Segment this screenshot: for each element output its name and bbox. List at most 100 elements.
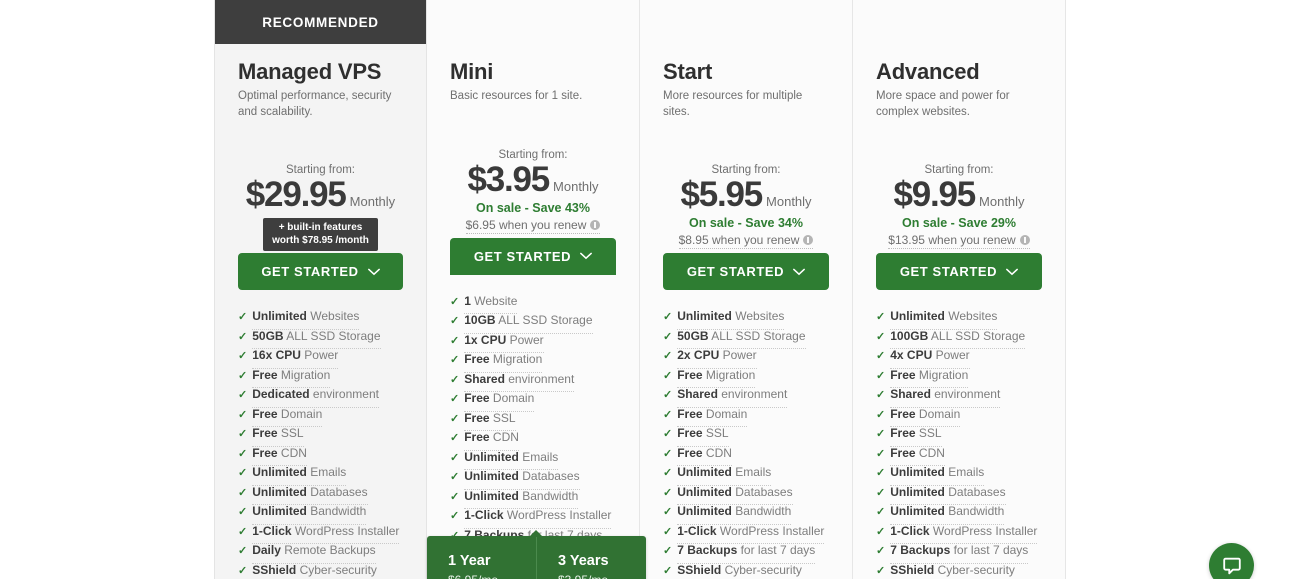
feature-highlight: 16x CPU [252,348,301,362]
feature-text: Databases [522,469,580,483]
check-icon: ✓ [876,525,886,538]
feature-text: Bandwidth [310,504,367,518]
feature-text: Power [935,348,970,362]
feature-highlight: 50GB [677,328,709,343]
renewal-price-text: $8.95 when you renew [678,233,800,247]
renewal-price[interactable]: $13.95 when you renew [888,233,1030,249]
feature-item: ✓ Free Migration [238,366,403,388]
badge-line-1: + built-in features [278,222,363,233]
check-icon: ✓ [876,564,886,577]
feature-highlight: SShield [677,562,722,577]
feature-text: Databases [948,484,1006,499]
feature-highlight: Unlimited [677,465,732,479]
get-started-label: GET STARTED [686,264,785,279]
feature-highlight: Free [252,426,278,440]
feature-highlight: Shared [890,387,931,401]
check-icon: ✓ [663,369,673,382]
feature-text: WordPress Installer [506,508,612,522]
feature-text: Power [509,332,544,347]
check-icon: ✓ [663,389,673,401]
plan-name: Managed VPS [238,59,382,84]
feature-text: Websites [310,309,360,323]
feature-highlight: 1 [464,293,471,308]
feature-highlight: Unlimited [677,309,732,323]
check-icon: ✓ [876,311,886,323]
price-block: Starting from: $9.95 Monthly On sale - Save… [853,120,1065,249]
pricing-column-advanced: Advanced More space and power for complex… [853,0,1066,579]
get-started-label: GET STARTED [473,248,572,264]
live-chat-button[interactable] [1209,543,1254,579]
feature-list: ✓ Unlimited Websites ✓ 50GB ALL SSD Storage… [640,307,852,579]
feature-text: Websites [948,309,998,323]
price-period: Monthly [349,194,396,209]
check-icon: ✓ [450,373,460,386]
check-icon: ✓ [450,334,460,347]
feature-text: Domain [705,406,748,421]
feature-highlight: Free [677,406,703,421]
plan-description: Optimal performance, security and scalab… [238,90,392,118]
plan-description: Basic resources for 1 site. [450,90,583,102]
info-icon[interactable] [1019,235,1030,245]
get-started-button[interactable]: GET STARTED [663,253,829,290]
feature-item: ✓ Shared environment [450,370,616,392]
feature-item: ✓ Unlimited Bandwidth [450,487,616,509]
check-icon: ✓ [663,545,673,557]
info-icon[interactable] [590,219,601,230]
check-icon: ✓ [663,525,673,538]
price-amount: $9.95 [893,175,976,214]
check-icon: ✓ [663,447,673,460]
feature-highlight: Unlimited [677,504,732,518]
term-option[interactable]: 3 Years $3.95/mo [536,535,646,579]
check-icon: ✓ [450,432,460,444]
check-icon: ✓ [450,354,460,366]
get-started-button[interactable]: GET STARTED [450,237,616,275]
pricing-column-start: Start More resources for multiple sites. S… [640,0,853,579]
feature-item: ✓ Unlimited Databases [876,483,1042,505]
check-icon: ✓ [663,350,673,362]
feature-text: SSL [492,410,516,425]
feature-text: environment [312,387,379,401]
feature-highlight: 1-Click [677,523,717,538]
price-block: Starting from: $29.95 Monthly + built-in fe… [215,120,426,251]
check-icon: ✓ [450,412,460,425]
feature-highlight: Free [677,426,703,440]
feature-highlight: 100GB [890,328,929,343]
feature-text: Emails [310,465,347,479]
feature-highlight: Free [464,391,490,405]
feature-highlight: 50GB [252,328,284,343]
get-started-button[interactable]: GET STARTED [876,253,1042,290]
feature-item: ✓ 7 Backups for last 7 days [663,541,829,564]
feature-highlight: Shared [677,387,718,401]
feature-text: CDN [705,445,732,460]
check-icon: ✓ [238,564,248,577]
check-icon: ✓ [876,428,886,440]
feature-text: environment [508,371,575,386]
feature-item: ✓ Unlimited Bandwidth [876,502,1042,525]
check-icon: ✓ [663,486,673,499]
feature-highlight: Unlimited [464,469,519,483]
feature-item: ✓ 1-Click WordPress Installer [876,522,1042,544]
feature-text: Cyber-security [724,562,802,577]
feature-text: SSL [705,426,729,440]
feature-text: WordPress Installer [719,523,825,538]
feature-item: ✓ 1 Website [450,292,616,314]
info-icon[interactable] [803,235,814,245]
renewal-price[interactable]: $6.95 when you renew [465,218,601,234]
feature-item: ✓ Free Domain [450,389,616,412]
feature-highlight: Unlimited [252,504,307,518]
feature-text: Bandwidth [522,488,579,503]
feature-item: ✓ Unlimited Websites [238,307,403,330]
check-icon: ✓ [238,486,248,499]
feature-text: Domain [918,406,961,421]
feature-text: ALL SSD Storage [930,328,1026,343]
renewal-price[interactable]: $8.95 when you renew [678,233,814,249]
feature-text: Domain [492,391,535,405]
feature-highlight: Unlimited [890,484,945,499]
feature-highlight: 7 Backups [890,543,951,557]
get-started-button[interactable]: GET STARTED [238,253,403,290]
renewal-price-text: $13.95 when you renew [888,233,1016,247]
term-option[interactable]: 1 Year $6.95/mo [427,536,536,579]
feature-item: ✓ Unlimited Websites [876,307,1042,330]
get-started-label: GET STARTED [899,264,998,279]
feature-highlight: Free [890,367,916,382]
